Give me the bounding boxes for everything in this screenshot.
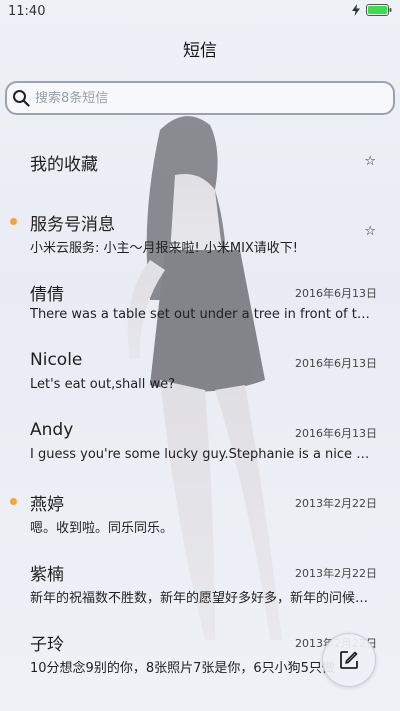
compose-icon	[340, 651, 358, 669]
conversation-item[interactable]: Nicole 2016年6月13日 Let's eat out,shall we…	[0, 350, 400, 410]
search-bar[interactable]	[5, 81, 395, 115]
message-preview: I guess you're some lucky guy.Stephanie …	[30, 447, 376, 462]
message-preview: 小米云服务: 小主～月报来啦! 小米MIX请收下!	[30, 241, 299, 256]
favorites-label: 我的收藏	[30, 155, 98, 175]
search-icon	[7, 83, 35, 113]
conversation-item[interactable]: 燕婷 2013年2月22日 嗯。收到啦。同乐同乐。	[0, 490, 400, 550]
unread-dot	[10, 498, 17, 505]
message-preview: There was a table set out under a tree i…	[30, 307, 376, 322]
message-preview: Let's eat out,shall we?	[30, 377, 176, 392]
favorites-item[interactable]: 我的收藏 ☆	[0, 150, 400, 210]
status-icons	[352, 4, 392, 16]
message-date: 2013年2月22日	[295, 497, 377, 510]
star-icon: ☆	[364, 154, 376, 169]
conversation-item[interactable]: Andy 2016年6月13日 I guess you're some luck…	[0, 420, 400, 480]
contact-name: Nicole	[30, 350, 83, 370]
charging-icon	[352, 4, 360, 16]
battery-icon	[366, 4, 392, 16]
conversation-item[interactable]: 服务号消息 ☆ 小米云服务: 小主～月报来啦! 小米MIX请收下!	[0, 210, 400, 270]
contact-name: 服务号消息	[30, 215, 115, 235]
message-date: 2016年6月13日	[295, 427, 377, 440]
message-date: 2013年2月22日	[295, 567, 377, 580]
conversation-item[interactable]: 紫楠 2013年2月22日 新年的祝福数不胜数，新年的愿望好多好多，新年的问候不…	[0, 560, 400, 620]
status-time: 11:40	[8, 4, 46, 19]
search-input[interactable]	[35, 90, 365, 106]
message-date: 2016年6月13日	[295, 287, 377, 300]
status-bar: 11:40	[0, 0, 400, 24]
page-title: 短信	[183, 41, 217, 61]
message-date: 2016年6月13日	[295, 357, 377, 370]
contact-name: 子玲	[30, 635, 64, 655]
message-preview: 嗯。收到啦。同乐同乐。	[30, 521, 174, 536]
contact-name: 燕婷	[30, 495, 64, 515]
contact-name: 紫楠	[30, 565, 64, 585]
message-preview: 新年的祝福数不胜数，新年的愿望好多好多，新年的问候不胜枚举	[30, 591, 376, 606]
contact-name: 倩倩	[30, 285, 64, 305]
unread-dot	[10, 218, 17, 225]
conversation-item[interactable]: 倩倩 2016年6月13日 There was a table set out …	[0, 280, 400, 340]
contact-name: Andy	[30, 420, 74, 440]
compose-button[interactable]	[322, 633, 376, 687]
